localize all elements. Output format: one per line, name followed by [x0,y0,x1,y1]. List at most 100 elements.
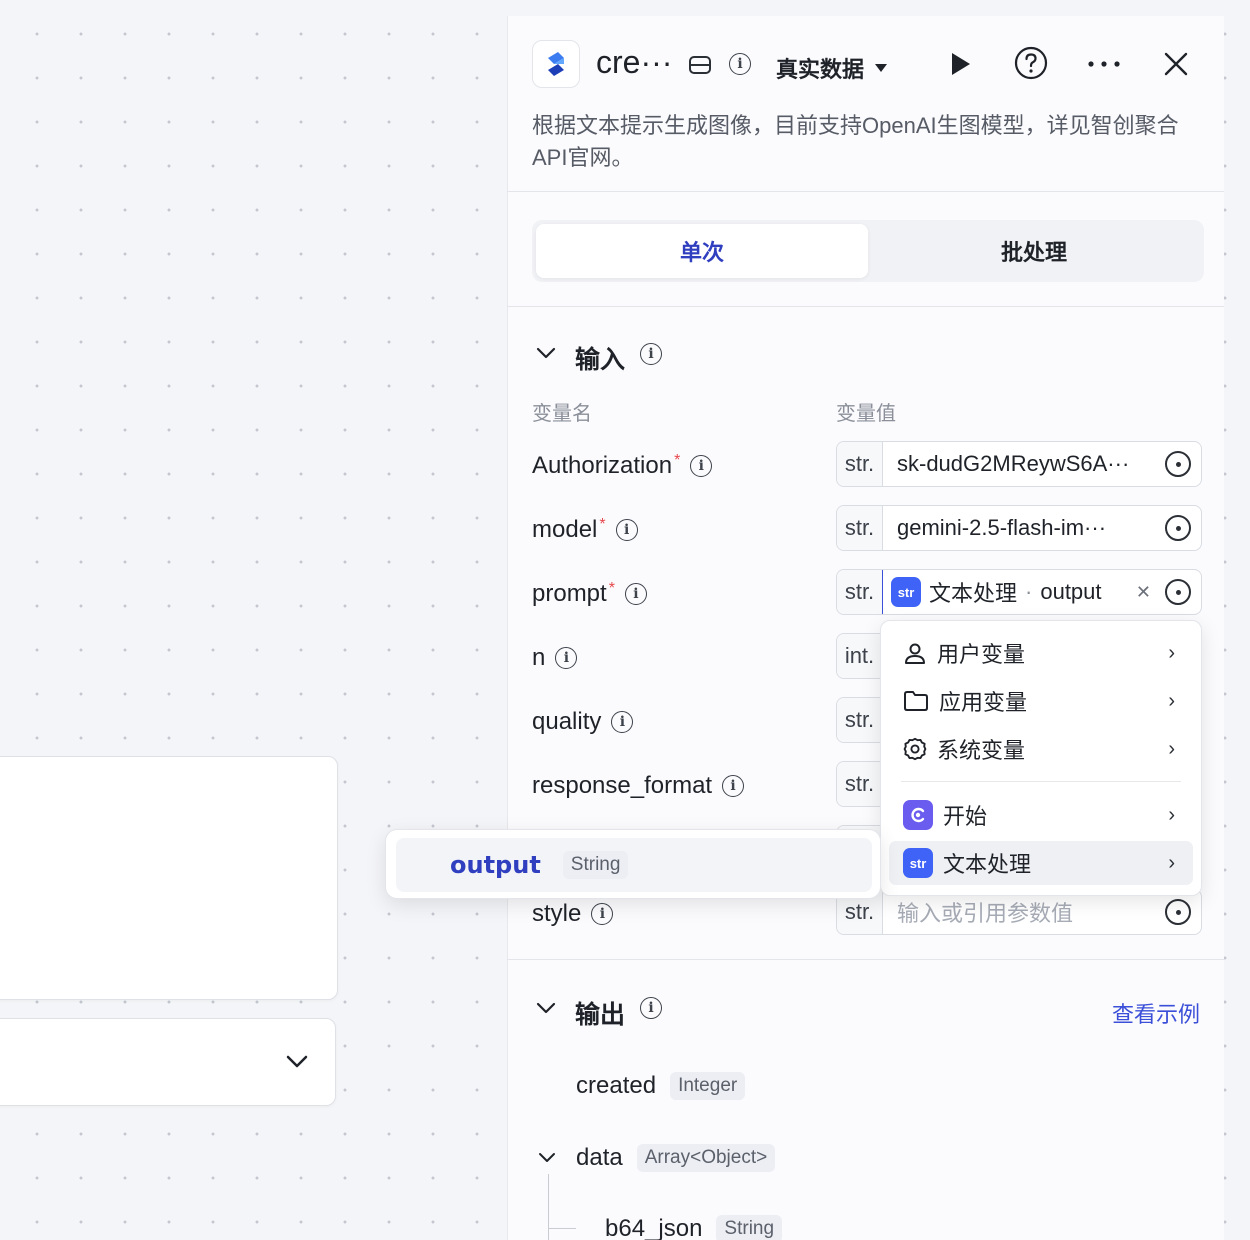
param-info-icon[interactable]: i [591,903,614,925]
view-example-link[interactable]: 查看示例 [1112,997,1200,1029]
output-field-type: String [716,1215,783,1240]
type-tag[interactable]: int. [837,634,883,678]
menu-item-start-node[interactable]: 开始 › [889,793,1193,837]
expand-data-chevron-icon[interactable] [538,1152,556,1164]
close-icon [1164,52,1188,76]
plugin-logo-icon [532,40,580,88]
submenu-item-output[interactable]: output String [396,838,872,892]
field-value[interactable]: gemini-2.5-flash-im··· [883,515,1165,541]
prompt-field[interactable]: str. str 文本处理 · output ✕ [836,569,1202,615]
chevron-right-icon: › [1168,641,1175,664]
param-info-icon[interactable]: i [555,647,578,669]
submenu-field-type: String [562,851,629,879]
more-dots-icon [1088,61,1120,67]
output-field-name: b64_json [605,1215,703,1240]
caret-down-icon [875,64,888,72]
output-field-name: created [576,1072,657,1099]
storage-icon[interactable] [686,52,714,78]
canvas-node-card[interactable] [0,756,338,1000]
title-info-icon[interactable]: i [729,53,751,75]
input-divider [507,959,1224,960]
param-name: n [532,644,546,671]
input-info-icon[interactable]: i [640,343,662,365]
reference-toggle-icon[interactable] [1165,899,1191,925]
question-icon [1014,46,1048,80]
gear-icon [903,737,927,761]
menu-item-app-vars[interactable]: 应用变量 › [889,679,1193,723]
run-button[interactable] [944,48,976,80]
menu-item-label: 应用变量 [939,690,1028,715]
param-name: Authorization [532,452,673,479]
authorization-field[interactable]: str. sk-dudG2MReywS6A··· [836,441,1202,487]
param-info-icon[interactable]: i [615,519,638,541]
chevron-right-icon: › [1168,689,1175,712]
param-authorization: Authorization * i [532,452,713,480]
style-input[interactable]: 输入或引用参数值 [883,896,1165,928]
tree-connector [548,1228,576,1229]
folder-icon [904,691,928,711]
tab-single[interactable]: 单次 [536,224,868,278]
output-section-title: 输出 [575,1001,626,1029]
node-title: cre··· [596,44,673,80]
data-mode-select[interactable]: 真实数据 [776,52,888,84]
param-name: style [532,900,582,927]
reference-toggle-icon[interactable] [1165,451,1191,477]
required-mark: * [674,452,681,469]
output-field-type: Integer [670,1072,746,1100]
required-mark: * [608,580,615,597]
output-field-created: created Integer [576,1072,746,1100]
param-name: prompt [532,580,607,607]
field-value[interactable]: sk-dudG2MReywS6A··· [883,451,1165,477]
tab-batch[interactable]: 批处理 [868,224,1200,278]
menu-item-text-process-node[interactable]: str 文本处理 › [889,841,1193,885]
menu-item-system-vars[interactable]: 系统变量 › [889,727,1193,771]
submenu-field-name: output [450,851,541,879]
type-tag[interactable]: str. [837,442,883,486]
chevron-right-icon: › [1168,803,1175,826]
collapse-output-chevron-icon[interactable] [536,1001,556,1015]
param-name: quality [532,708,602,735]
output-field-type: Array<Object> [636,1144,776,1172]
ref-source: 文本处理 [929,581,1018,606]
type-tag[interactable]: str. [837,506,883,550]
type-tag[interactable]: str. [837,570,883,614]
reference-chip[interactable]: str 文本处理 · output [883,576,1136,608]
reference-toggle-icon[interactable] [1165,579,1191,605]
data-mode-label: 真实数据 [776,57,865,82]
menu-item-label: 系统变量 [937,738,1026,763]
tabs-divider [507,306,1224,307]
reference-menu: 用户变量 › 应用变量 › 系统变量 › 开始 › str 文本处理 › [880,620,1202,896]
reference-submenu: output String [385,829,881,899]
user-icon [905,643,925,664]
header-divider [507,191,1224,192]
start-node-icon [903,800,933,830]
reference-toggle-icon[interactable] [1165,515,1191,541]
param-info-icon[interactable]: i [611,711,634,733]
ref-separator: · [1025,579,1033,604]
param-info-icon[interactable]: i [624,583,647,605]
output-info-icon[interactable]: i [640,997,662,1019]
tree-connector [548,1174,549,1240]
param-model: model * i [532,516,638,544]
close-button[interactable] [1160,48,1192,80]
text-process-node-icon: str [903,848,933,878]
chevron-right-icon: › [1168,851,1175,874]
param-style: style i [532,900,614,928]
type-tag[interactable]: str. [837,762,883,806]
model-field[interactable]: str. gemini-2.5-flash-im··· [836,505,1202,551]
menu-item-user-vars[interactable]: 用户变量 › [889,631,1193,675]
collapse-input-chevron-icon[interactable] [536,346,556,360]
type-tag[interactable]: str. [837,698,883,742]
menu-item-label: 文本处理 [943,852,1032,877]
required-mark: * [599,516,606,533]
play-icon [952,53,970,75]
param-quality: quality i [532,708,634,736]
param-name: response_format [532,772,713,799]
param-info-icon[interactable]: i [690,455,713,477]
param-info-icon[interactable]: i [722,775,745,797]
help-button[interactable] [1014,46,1048,80]
col-var-name: 变量名 [532,403,592,425]
more-button[interactable] [1086,50,1122,78]
canvas-node-select[interactable] [0,1018,336,1106]
text-process-node-icon: str [891,577,921,607]
